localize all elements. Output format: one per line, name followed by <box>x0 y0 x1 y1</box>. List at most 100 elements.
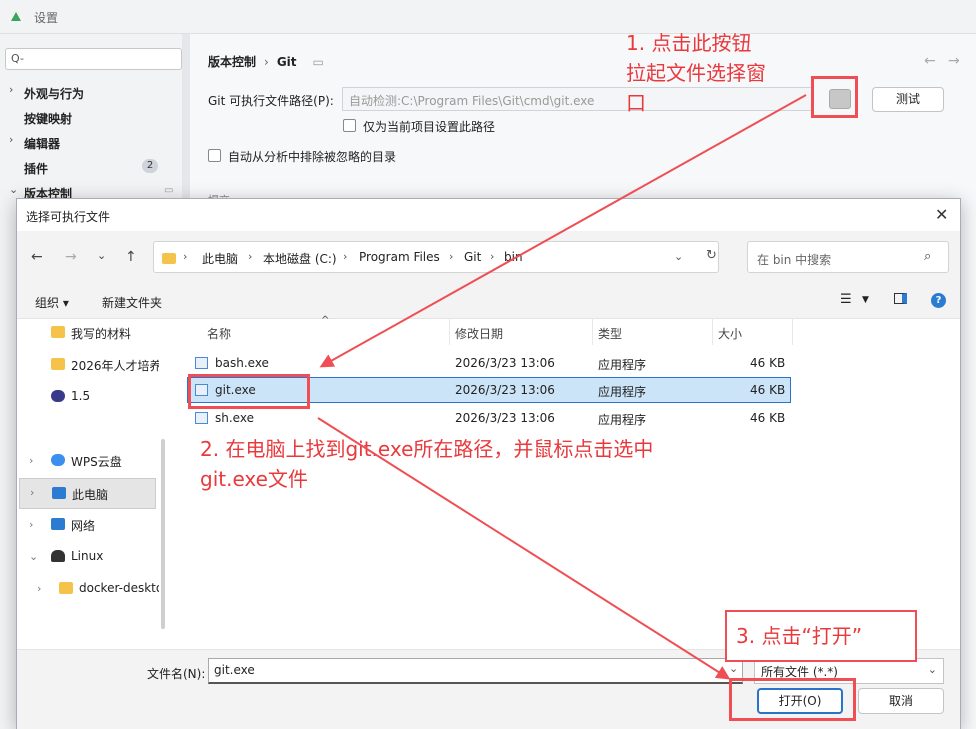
nav-item-label: 2026年人才培养 <box>71 359 159 373</box>
back-icon[interactable]: ← <box>31 249 43 265</box>
path-segment[interactable]: bin <box>504 250 523 264</box>
annotation-box-open <box>729 678 856 721</box>
chevron-right-icon[interactable]: › <box>29 454 33 467</box>
sidebar-item-appearance[interactable]: › 外观与行为 <box>0 80 182 105</box>
folder-icon <box>51 358 65 370</box>
settings-search-input[interactable]: Q- <box>5 48 182 70</box>
nav-item-label: 此电脑 <box>72 488 109 502</box>
annotation-box-git-exe <box>188 374 310 409</box>
file-date: 2026/3/23 13:06 <box>455 411 555 425</box>
nav-item-label: WPS云盘 <box>71 455 122 469</box>
column-header-type[interactable]: 类型 <box>598 325 622 342</box>
column-divider[interactable] <box>592 319 593 345</box>
nav-item-1-5[interactable]: 1.5 <box>17 383 162 411</box>
project-only-checkbox[interactable] <box>343 119 356 132</box>
file-date: 2026/3/23 13:06 <box>455 356 555 370</box>
chevron-right-icon[interactable]: › <box>30 486 34 499</box>
exe-file-icon <box>195 412 208 424</box>
column-divider[interactable] <box>792 319 793 345</box>
file-row-bash[interactable]: bash.exe 2026/3/23 13:06 应用程序 46 KB <box>187 350 791 376</box>
annotation-step1-line2: 拉起文件选择窗 <box>626 61 766 85</box>
auto-exclude-label: 自动从分析中排除被忽略的目录 <box>228 150 397 164</box>
column-header-name[interactable]: 名称 <box>207 325 231 342</box>
project-scope-icon: ▭ <box>164 185 174 196</box>
file-size: 46 KB <box>750 411 786 425</box>
navigation-scrollbar[interactable] <box>161 439 165 629</box>
dialog-titlebar: 选择可执行文件 ✕ <box>17 199 960 231</box>
breadcrumb-vcs[interactable]: 版本控制 <box>208 55 256 69</box>
back-arrow-icon[interactable]: ← <box>924 53 936 69</box>
chevron-down-icon[interactable]: ⌄ <box>29 550 38 563</box>
cancel-button[interactable]: 取消 <box>858 688 944 714</box>
sidebar-item-plugins[interactable]: 插件 2 <box>0 155 182 180</box>
nav-item-network[interactable]: › 网络 <box>17 511 162 539</box>
forward-icon[interactable]: → <box>65 249 77 265</box>
breadcrumb: 版本控制 › Git ▭ <box>208 53 332 70</box>
sidebar-item-label: 编辑器 <box>24 137 61 151</box>
annotation-step3: 3. 点击“打开” <box>736 624 863 648</box>
dialog-navbar: ← → ⌄ ↑ › 此电脑 › 本地磁盘 (C:) › Program File… <box>17 231 960 283</box>
path-segment[interactable]: Git <box>464 250 481 264</box>
view-list-icon[interactable]: ☰ <box>840 292 852 307</box>
nav-item-label: Linux <box>71 549 104 563</box>
recent-locations-icon[interactable]: ⌄ <box>97 249 106 262</box>
annotation-box-browse <box>811 76 858 118</box>
network-icon <box>51 518 65 530</box>
nav-item-linux[interactable]: ⌄ Linux <box>17 543 162 571</box>
address-bar[interactable]: › 此电脑 › 本地磁盘 (C:) › Program Files › Git … <box>153 241 719 273</box>
annotation-step2: 2. 在电脑上找到git.exe所在路径，并鼠标点击选中 git.exe文件 <box>200 434 653 494</box>
file-size: 46 KB <box>750 383 786 397</box>
dialog-title: 选择可执行文件 <box>26 210 111 224</box>
chevron-right-icon: › <box>449 250 454 263</box>
forward-arrow-icon[interactable]: → <box>948 53 960 69</box>
folder-icon <box>162 251 176 265</box>
filetype-value: 所有文件 (*.*) <box>761 665 838 679</box>
path-segment[interactable]: Program Files <box>359 250 440 264</box>
view-options-chevron-icon[interactable]: ▼ <box>862 295 869 305</box>
breadcrumb-git: Git <box>276 55 297 69</box>
refresh-icon[interactable]: ↻ <box>706 248 717 263</box>
nav-item-this-pc[interactable]: › 此电脑 <box>19 478 156 509</box>
column-header-date[interactable]: 修改日期 <box>455 325 503 342</box>
up-folder-icon[interactable]: ↑ <box>125 249 137 265</box>
filename-history-chevron-icon[interactable]: ⌄ <box>729 662 738 675</box>
chevron-right-icon[interactable]: › <box>29 518 33 531</box>
chevron-down-icon: ⌄ <box>9 183 19 196</box>
app-icon <box>11 12 21 21</box>
nav-item-docker-desktop[interactable]: › docker-desktop <box>17 575 162 603</box>
sort-ascending-icon: ^ <box>321 315 330 326</box>
organize-button[interactable]: 组织 ▾ <box>35 294 69 311</box>
filename-input[interactable]: git.exe <box>208 658 743 684</box>
chevron-right-icon[interactable]: › <box>37 582 41 595</box>
shortcut-icon <box>51 390 65 402</box>
auto-exclude-checkbox[interactable] <box>208 149 221 162</box>
chevron-right-icon: › <box>490 250 495 263</box>
path-segment[interactable]: 此电脑 <box>202 250 238 267</box>
sidebar-item-keymap[interactable]: 按键映射 <box>0 105 182 130</box>
file-size: 46 KB <box>750 356 786 370</box>
close-icon[interactable]: ✕ <box>935 205 948 224</box>
project-scope-icon: ▭ <box>312 55 324 69</box>
nav-item-talent-plan[interactable]: 2026年人才培养 <box>17 351 162 379</box>
annotation-step2-line1: 2. 在电脑上找到git.exe所在路径，并鼠标点击选中 <box>200 437 654 461</box>
path-segment[interactable]: 本地磁盘 (C:) <box>263 250 337 267</box>
column-divider[interactable] <box>712 319 713 345</box>
folder-search-input[interactable]: 在 bin 中搜索 ⌕ <box>747 241 949 273</box>
test-button[interactable]: 测试 <box>872 87 944 112</box>
column-header-size[interactable]: 大小 <box>718 325 742 342</box>
nav-item-label: 1.5 <box>71 389 91 403</box>
linux-penguin-icon <box>51 550 65 562</box>
sidebar-item-label: 按键映射 <box>24 112 73 126</box>
chevron-down-icon[interactable]: ⌄ <box>674 250 683 263</box>
sidebar-item-editor[interactable]: › 编辑器 <box>0 130 182 155</box>
plugins-count-badge: 2 <box>142 159 158 173</box>
folder-icon <box>51 326 65 338</box>
chevron-right-icon: › <box>183 250 188 263</box>
nav-item-materials[interactable]: 我写的材料 <box>17 319 162 347</box>
help-icon[interactable]: ? <box>931 293 946 308</box>
preview-pane-icon[interactable] <box>894 293 907 307</box>
chevron-right-icon: › <box>9 133 14 146</box>
column-divider[interactable] <box>449 319 450 345</box>
nav-item-wps-cloud[interactable]: › WPS云盘 <box>17 447 162 475</box>
new-folder-button[interactable]: 新建文件夹 <box>102 294 162 311</box>
